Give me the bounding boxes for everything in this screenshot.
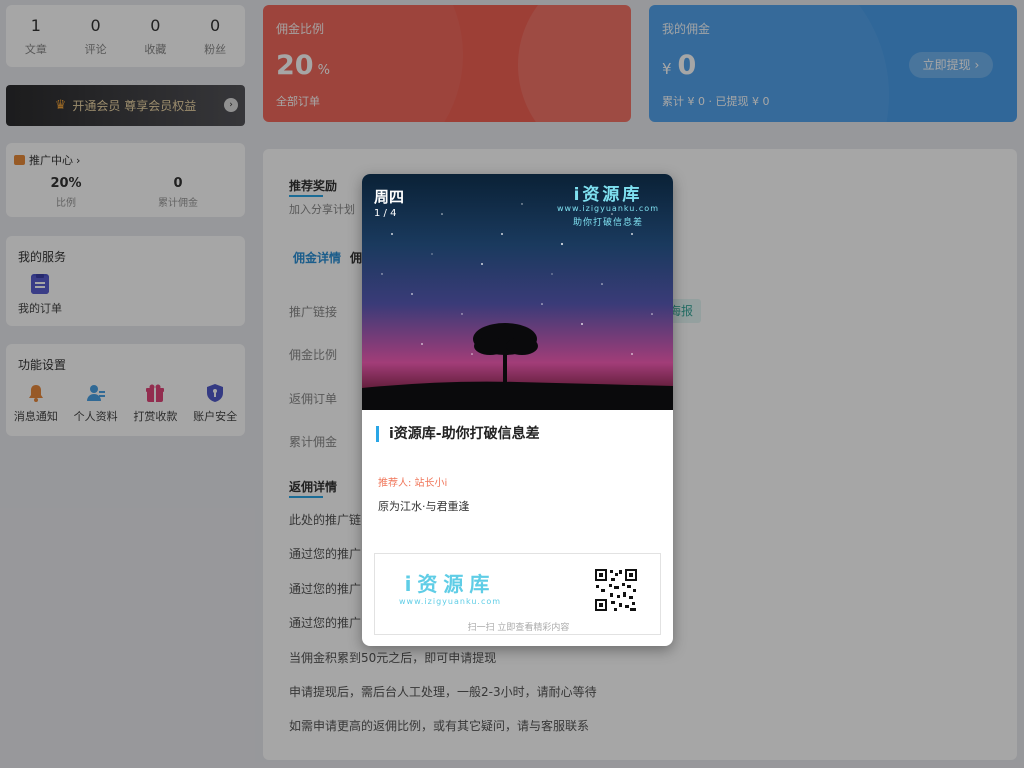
poster-recommender: 推荐人: 站长小i bbox=[378, 478, 448, 489]
poster-footer: i资源库 www.izigyuanku.com 扫一扫 立即查看精彩内容 bbox=[374, 553, 661, 635]
footer-brand: i资源库 www.izigyuanku.com bbox=[399, 572, 502, 606]
poster-modal: 周四 1 / 4 i资源库 www.izigyuanku.com 助你打破信息差… bbox=[362, 174, 673, 646]
poster-day: 周四 bbox=[374, 188, 405, 206]
qr-code bbox=[594, 568, 638, 612]
poster-title: i资源库-助你打破信息差 bbox=[376, 426, 540, 442]
poster-page: 1 / 4 bbox=[374, 208, 397, 219]
footer-hint: 扫一扫 立即查看精彩内容 bbox=[467, 623, 570, 633]
poster-brand: i资源库 www.izigyuanku.com 助你打破信息差 bbox=[556, 185, 659, 228]
poster-image: 周四 1 / 4 i资源库 www.izigyuanku.com 助你打破信息差 bbox=[362, 174, 673, 410]
poster-quote: 原为江水·与君重逢 bbox=[378, 500, 470, 513]
